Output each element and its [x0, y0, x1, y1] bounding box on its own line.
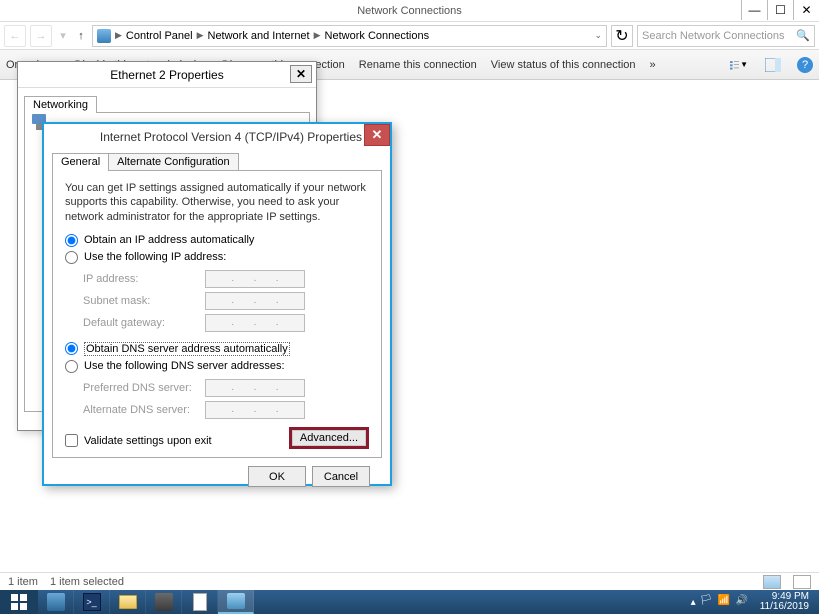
close-button[interactable]: ✕: [793, 0, 819, 20]
validate-checkbox[interactable]: [65, 434, 78, 447]
item-count: 1 item: [8, 576, 38, 588]
server-manager-taskbar-icon[interactable]: [38, 590, 74, 614]
clock-date: 11/16/2019: [760, 602, 809, 612]
tray-network-icon[interactable]: 📶: [718, 595, 732, 609]
ip-address-input: ...: [205, 270, 305, 288]
chevron-right-icon: ▶: [115, 30, 122, 41]
use-dns-radio[interactable]: [65, 360, 78, 373]
crumb-network-connections[interactable]: Network Connections: [325, 30, 430, 42]
use-dns-label[interactable]: Use the following DNS server addresses:: [84, 360, 285, 372]
use-ip-label[interactable]: Use the following IP address:: [84, 251, 226, 263]
refresh-button[interactable]: ↻: [611, 25, 633, 47]
help-button[interactable]: ?: [797, 57, 813, 73]
subnet-mask-label: Subnet mask:: [83, 295, 205, 307]
start-button[interactable]: [0, 590, 38, 614]
network-icon: [97, 29, 111, 43]
general-tab[interactable]: General: [52, 153, 109, 171]
back-button[interactable]: ←: [4, 25, 26, 47]
maximize-button[interactable]: ☐: [767, 0, 793, 20]
app-taskbar-icon[interactable]: [146, 590, 182, 614]
ipv4-close-button[interactable]: ✕: [364, 124, 390, 146]
search-placeholder: Search Network Connections: [642, 30, 784, 42]
gateway-label: Default gateway:: [83, 317, 205, 329]
taskbar: >_ ▴ 🏳 📶 🔊 9:49 PM 11/16/2019: [0, 590, 819, 614]
preferred-dns-label: Preferred DNS server:: [83, 382, 205, 394]
auto-ip-radio[interactable]: [65, 234, 78, 247]
breadcrumb-bar[interactable]: ▶ Control Panel ▶ Network and Internet ▶…: [92, 25, 607, 47]
forward-button[interactable]: →: [30, 25, 52, 47]
chevron-right-icon: ▶: [197, 30, 204, 41]
subnet-mask-input: ...: [205, 292, 305, 310]
icons-view-icon[interactable]: [793, 575, 811, 589]
ipv4-description: You can get IP settings assigned automat…: [65, 181, 369, 224]
history-dropdown[interactable]: ▾: [56, 25, 70, 47]
use-ip-radio[interactable]: [65, 251, 78, 264]
ip-address-label: IP address:: [83, 273, 205, 285]
ipv4-dialog-title: Internet Protocol Version 4 (TCP/IPv4) P…: [100, 130, 362, 144]
nav-bar: ← → ▾ ↑ ▶ Control Panel ▶ Network and In…: [0, 22, 819, 50]
ok-button[interactable]: OK: [248, 466, 306, 487]
chevron-right-icon: ▶: [314, 30, 321, 41]
ipv4-properties-dialog: Internet Protocol Version 4 (TCP/IPv4) P…: [42, 122, 392, 486]
crumb-control-panel[interactable]: Control Panel: [126, 30, 193, 42]
explorer-taskbar-icon[interactable]: [110, 590, 146, 614]
up-button[interactable]: ↑: [74, 25, 88, 47]
rename-button[interactable]: Rename this connection: [359, 59, 477, 71]
tray-volume-icon[interactable]: 🔊: [736, 595, 750, 609]
alternate-dns-label: Alternate DNS server:: [83, 404, 205, 416]
search-icon: 🔍: [796, 29, 810, 42]
breadcrumb-dropdown-icon[interactable]: ⌄: [594, 30, 602, 41]
auto-dns-radio[interactable]: [65, 342, 78, 355]
view-status-button[interactable]: View status of this connection: [491, 59, 636, 71]
view-options-button[interactable]: ▼: [729, 55, 749, 75]
auto-dns-label[interactable]: Obtain DNS server address automatically: [84, 342, 290, 356]
tray-up-icon[interactable]: ▴: [691, 597, 696, 608]
network-connections-taskbar-icon[interactable]: [218, 590, 254, 614]
crumb-network-internet[interactable]: Network and Internet: [208, 30, 310, 42]
details-view-icon[interactable]: [763, 575, 781, 589]
search-input[interactable]: Search Network Connections 🔍: [637, 25, 815, 47]
validate-label[interactable]: Validate settings upon exit: [84, 435, 212, 447]
preferred-dns-input: ...: [205, 379, 305, 397]
ethernet-window-title: Ethernet 2 Properties: [110, 68, 223, 82]
ethernet-close-button[interactable]: ✕: [290, 65, 312, 83]
selection-count: 1 item selected: [50, 576, 124, 588]
status-bar: 1 item 1 item selected: [0, 572, 819, 590]
advanced-button[interactable]: Advanced...: [289, 427, 369, 449]
notepad-taskbar-icon[interactable]: [182, 590, 218, 614]
tray-flag-icon[interactable]: 🏳: [700, 595, 714, 609]
cancel-button[interactable]: Cancel: [312, 466, 370, 487]
system-clock[interactable]: 9:49 PM 11/16/2019: [754, 592, 815, 612]
networking-tab[interactable]: Networking: [24, 96, 97, 113]
alternate-dns-input: ...: [205, 401, 305, 419]
window-titlebar: Network Connections — ☐ ✕: [0, 0, 819, 22]
gateway-input: ...: [205, 314, 305, 332]
auto-ip-label[interactable]: Obtain an IP address automatically: [84, 234, 254, 246]
more-commands[interactable]: »: [650, 59, 656, 71]
minimize-button[interactable]: —: [741, 0, 767, 20]
powershell-taskbar-icon[interactable]: >_: [74, 590, 110, 614]
alternate-config-tab[interactable]: Alternate Configuration: [108, 153, 239, 171]
window-title: Network Connections: [357, 5, 462, 17]
preview-pane-button[interactable]: [763, 55, 783, 75]
